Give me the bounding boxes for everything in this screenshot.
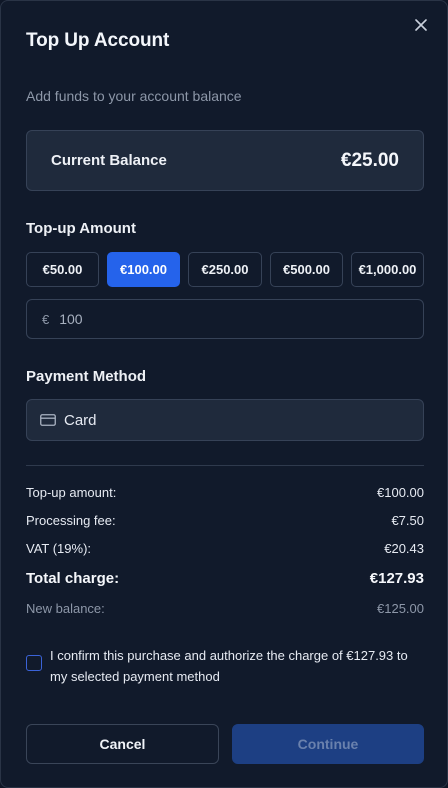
payment-method-select[interactable]: Card xyxy=(26,399,424,441)
topup-amount-label: Top-up Amount xyxy=(26,220,136,237)
summary-row-fee: Processing fee: €7.50 xyxy=(26,513,424,528)
close-icon xyxy=(415,19,427,31)
top-up-dialog: Top Up Account Add funds to your account… xyxy=(0,0,448,788)
summary-row-topup: Top-up amount: €100.00 xyxy=(26,485,424,500)
custom-amount-input[interactable]: € 100 xyxy=(26,299,424,339)
summary-label: Processing fee: xyxy=(26,513,116,528)
dialog-title: Top Up Account xyxy=(26,30,170,51)
summary-value: €7.50 xyxy=(391,513,424,528)
summary-value: €125.00 xyxy=(377,601,424,616)
amount-preset-100[interactable]: €100.00 xyxy=(107,252,180,287)
payment-method-value: Card xyxy=(64,411,97,429)
summary-row-new-balance: New balance: €125.00 xyxy=(26,601,424,616)
current-balance-card: Current Balance €25.00 xyxy=(26,130,424,191)
currency-prefix: € xyxy=(42,311,50,327)
payment-method-label: Payment Method xyxy=(26,368,147,385)
cancel-button[interactable]: Cancel xyxy=(26,724,219,764)
confirm-purchase: I confirm this purchase and authorize th… xyxy=(26,645,424,687)
summary-divider xyxy=(26,465,424,466)
continue-button[interactable]: Continue xyxy=(232,724,424,764)
summary-row-vat: VAT (19%): €20.43 xyxy=(26,541,424,556)
dialog-subtitle: Add funds to your account balance xyxy=(26,88,242,104)
summary-value: €20.43 xyxy=(384,541,424,556)
confirm-text: I confirm this purchase and authorize th… xyxy=(50,648,408,684)
amount-preset-500[interactable]: €500.00 xyxy=(270,252,343,287)
credit-card-icon xyxy=(40,414,56,426)
summary-value: €100.00 xyxy=(377,485,424,500)
summary-label: Total charge: xyxy=(26,570,120,587)
summary-row-total: Total charge: €127.93 xyxy=(26,570,424,587)
amount-presets: €50.00 €100.00 €250.00 €500.00 €1,000.00 xyxy=(26,252,424,287)
amount-preset-50[interactable]: €50.00 xyxy=(26,252,99,287)
amount-preset-250[interactable]: €250.00 xyxy=(188,252,262,287)
summary-value: €127.93 xyxy=(369,570,424,587)
current-balance-label: Current Balance xyxy=(51,152,167,169)
current-balance-value: €25.00 xyxy=(340,149,399,171)
confirm-checkbox[interactable] xyxy=(26,655,42,671)
summary-label: Top-up amount: xyxy=(26,485,117,500)
summary-label: New balance: xyxy=(26,601,105,616)
amount-input-value: 100 xyxy=(59,311,83,327)
close-button[interactable] xyxy=(411,15,431,35)
amount-preset-1000[interactable]: €1,000.00 xyxy=(351,252,424,287)
summary-label: VAT (19%): xyxy=(26,541,92,556)
